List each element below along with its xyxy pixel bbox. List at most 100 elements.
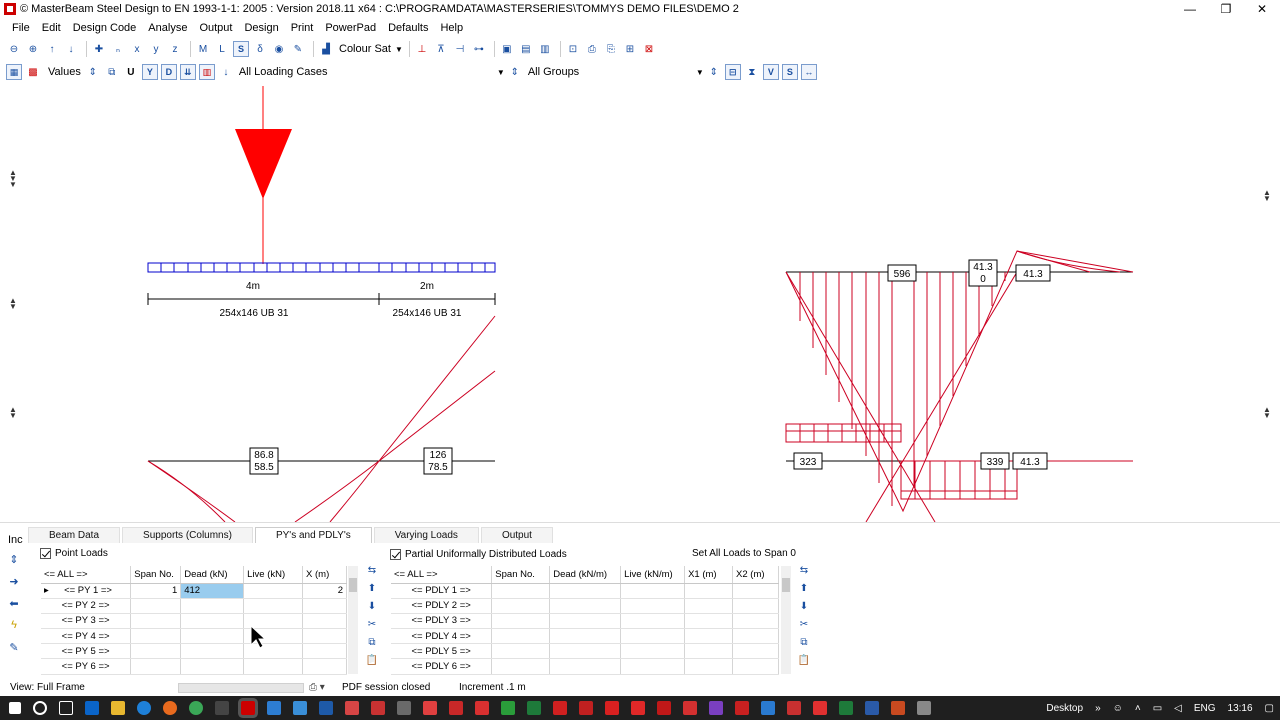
btn-d[interactable]: D	[160, 64, 177, 80]
table-row[interactable]: <= PDLY 3 =>	[391, 613, 779, 630]
menu-print[interactable]: Print	[285, 19, 320, 37]
live-load-cell[interactable]	[620, 613, 686, 630]
pencil-icon[interactable]: ✎	[290, 41, 306, 57]
app-icon[interactable]	[293, 701, 307, 715]
x-cell[interactable]	[302, 643, 347, 660]
windows-start-icon[interactable]	[9, 702, 21, 714]
span-cell[interactable]	[491, 598, 551, 614]
bar-chart-icon[interactable]: ▥	[537, 41, 553, 57]
table-row[interactable]: <= PY 4 =>	[41, 628, 347, 645]
pan-handle-icon[interactable]: ▲ ▼	[8, 406, 18, 420]
firefox-icon[interactable]	[163, 701, 177, 715]
app-icon[interactable]	[475, 701, 489, 715]
column-header[interactable]: Live (kN)	[243, 566, 304, 584]
x-cell[interactable]	[302, 658, 347, 675]
dead-load-cell[interactable]	[549, 643, 622, 660]
column-header[interactable]: Dead (kN/m)	[549, 566, 622, 584]
values-icon[interactable]: ▩	[25, 64, 41, 80]
live-load-cell[interactable]	[620, 598, 686, 614]
app-icon[interactable]	[345, 701, 359, 715]
app-icon[interactable]	[319, 701, 333, 715]
pdf-icon[interactable]: ⎙ ▾	[309, 682, 325, 693]
column-header[interactable]: Live (kN/m)	[620, 566, 686, 584]
masterseries-icon[interactable]	[241, 701, 255, 715]
x1-cell[interactable]	[684, 643, 734, 660]
tab-beam-data[interactable]: Beam Data	[28, 527, 121, 543]
task-view-icon[interactable]	[59, 701, 73, 715]
x-cell[interactable]	[302, 598, 347, 614]
continuity-icon[interactable]: ⊣	[452, 41, 468, 57]
dead-load-cell[interactable]	[549, 613, 622, 630]
menu-help[interactable]: Help	[434, 19, 469, 37]
app-icon[interactable]	[605, 701, 619, 715]
outlook-icon[interactable]	[85, 701, 99, 715]
drawing-canvas[interactable]: 4m 2m 254x146 UB 31 254x146 UB 31 86.8 5…	[0, 86, 1280, 522]
table-row[interactable]: <= PDLY 1 =>	[391, 583, 779, 599]
dead-load-cell[interactable]	[180, 628, 245, 645]
row-label[interactable]: <= PY 6 =>	[41, 658, 132, 675]
menu-output[interactable]: Output	[193, 19, 238, 37]
x2-cell[interactable]	[732, 628, 779, 645]
btn-y[interactable]: Y	[141, 64, 158, 80]
table-row[interactable]: <= PY 6 =>	[41, 658, 347, 675]
app-icon[interactable]	[371, 701, 385, 715]
dimension-icon[interactable]: ↔	[800, 64, 817, 80]
table-row[interactable]: <= PY 5 =>	[41, 643, 347, 660]
live-load-cell[interactable]	[620, 658, 686, 675]
menu-powerpad[interactable]: PowerPad	[319, 19, 382, 37]
dead-load-cell[interactable]	[180, 658, 245, 675]
menu-analyse[interactable]: Analyse	[142, 19, 193, 37]
dead-load-cell[interactable]	[180, 613, 245, 630]
search-icon[interactable]	[33, 701, 47, 715]
column-header[interactable]: Dead (kN)	[180, 566, 245, 584]
3d-view-icon[interactable]: ▣	[499, 41, 515, 57]
app-icon[interactable]	[267, 701, 281, 715]
app-icon[interactable]	[501, 701, 515, 715]
copy-icon[interactable]: ⧉	[104, 64, 120, 80]
arrow-left-icon[interactable]: ⬅	[6, 597, 22, 619]
menu-design-code[interactable]: Design Code	[67, 19, 143, 37]
x1-cell[interactable]	[684, 583, 734, 599]
row-label[interactable]: <= PDLY 3 =>	[391, 613, 493, 630]
grid-icon[interactable]: ▦	[6, 64, 22, 80]
x1-cell[interactable]	[684, 628, 734, 645]
colour-sat-dropdown[interactable]: Colour Sat ▼	[337, 41, 405, 57]
copy-icon[interactable]: ⧉	[364, 637, 380, 655]
paste-icon[interactable]: 📋	[364, 655, 380, 673]
pan-handle-icon[interactable]: ▲ ▼	[8, 297, 18, 311]
clock[interactable]: 13:16	[1228, 703, 1253, 714]
deflection-icon[interactable]: δ	[252, 41, 268, 57]
load-pattern-icon[interactable]: ▥	[198, 64, 215, 80]
move-down-icon[interactable]: ⬇	[796, 601, 812, 619]
chevron-up-icon[interactable]: ˄	[1135, 703, 1141, 714]
volume-icon[interactable]: ◁	[1174, 703, 1182, 714]
person-icon[interactable]: ☺	[1113, 703, 1123, 714]
visual-studio-icon[interactable]	[709, 701, 723, 715]
live-load-cell[interactable]	[620, 628, 686, 645]
app-icon[interactable]	[397, 701, 411, 715]
move-up-icon[interactable]: ⬆	[796, 583, 812, 601]
node-number-icon[interactable]: ₙ	[110, 41, 126, 57]
moment-icon[interactable]: M	[195, 41, 211, 57]
live-load-cell[interactable]	[243, 598, 304, 614]
spin-icon[interactable]: ⇕	[6, 553, 22, 575]
app-icon[interactable]	[813, 701, 827, 715]
row-label[interactable]: <= PY 3 =>	[41, 613, 132, 630]
dead-load-cell[interactable]	[549, 628, 622, 645]
x2-cell[interactable]	[732, 613, 779, 630]
app-icon[interactable]	[527, 701, 541, 715]
column-header[interactable]: X1 (m)	[684, 566, 734, 584]
pan-handle-icon[interactable]: ▲ ▼ ▼	[8, 169, 18, 189]
printer-icon[interactable]: ⎙	[584, 41, 600, 57]
load-arrows-icon[interactable]: ⇊	[179, 64, 196, 80]
x1-cell[interactable]	[684, 658, 734, 675]
insert-row-icon[interactable]: ⇆	[796, 565, 812, 583]
set-all-loads-button[interactable]: Set All Loads to Span 0	[692, 548, 796, 559]
app-icon[interactable]	[787, 701, 801, 715]
axis-x-icon[interactable]: x	[129, 41, 145, 57]
live-load-cell[interactable]	[243, 583, 304, 599]
colour-icon[interactable]: ▟	[318, 41, 334, 57]
table-row[interactable]: <= PY 3 =>	[41, 613, 347, 630]
cut-icon[interactable]: ✂	[796, 619, 812, 637]
column-header[interactable]: Span No.	[130, 566, 182, 584]
